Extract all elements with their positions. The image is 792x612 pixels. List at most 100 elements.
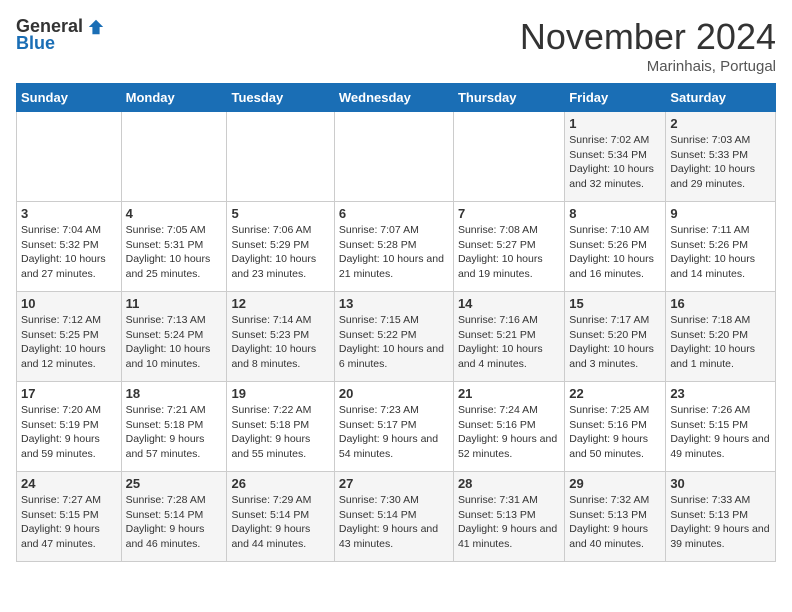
day-info: Sunrise: 7:17 AM Sunset: 5:20 PM Dayligh… [569,313,661,372]
day-number: 23 [670,386,771,401]
calendar-cell-w1d2: 5 Sunrise: 7:06 AM Sunset: 5:29 PM Daylig… [227,202,334,292]
calendar-cell-w4d1: 25 Sunrise: 7:28 AM Sunset: 5:14 PM Dayli… [121,472,227,562]
day-number: 7 [458,206,560,221]
day-info: Sunrise: 7:03 AM Sunset: 5:33 PM Dayligh… [670,133,771,192]
day-info: Sunrise: 7:16 AM Sunset: 5:21 PM Dayligh… [458,313,560,372]
day-info: Sunrise: 7:23 AM Sunset: 5:17 PM Dayligh… [339,403,449,462]
day-number: 15 [569,296,661,311]
calendar-cell-w4d4: 28 Sunrise: 7:31 AM Sunset: 5:13 PM Dayli… [453,472,564,562]
day-number: 5 [231,206,329,221]
calendar-cell-w0d4 [453,112,564,202]
calendar-cell-w3d4: 21Sunrise: 7:24 AM Sunset: 5:16 PM Dayli… [453,382,564,472]
day-number: 18 [126,386,223,401]
calendar-cell-w0d3 [334,112,453,202]
day-number: 27 [339,476,449,491]
day-info: Sunrise: 7:04 AM Sunset: 5:32 PM Dayligh… [21,223,117,282]
calendar-cell-w3d6: 23 Sunrise: 7:26 AM Sunset: 5:15 PM Dayli… [666,382,776,472]
calendar-cell-w4d5: 29 Sunrise: 7:32 AM Sunset: 5:13 PM Dayli… [565,472,666,562]
day-info: Sunrise: 7:06 AM Sunset: 5:29 PM Dayligh… [231,223,329,282]
day-number: 14 [458,296,560,311]
calendar-cell-w2d6: 16 Sunrise: 7:18 AM Sunset: 5:20 PM Dayli… [666,292,776,382]
col-header-friday: Friday [565,84,666,112]
day-info: Sunrise: 7:31 AM Sunset: 5:13 PM Dayligh… [458,493,560,552]
calendar-table: SundayMondayTuesdayWednesdayThursdayFrid… [16,83,776,562]
day-number: 1 [569,116,661,131]
calendar-cell-w0d6: 2 Sunrise: 7:03 AM Sunset: 5:33 PM Daylig… [666,112,776,202]
day-number: 12 [231,296,329,311]
col-header-saturday: Saturday [666,84,776,112]
calendar-cell-w0d0 [17,112,122,202]
day-number: 17 [21,386,117,401]
day-number: 6 [339,206,449,221]
day-info: Sunrise: 7:05 AM Sunset: 5:31 PM Dayligh… [126,223,223,282]
day-number: 4 [126,206,223,221]
calendar-cell-w4d3: 27 Sunrise: 7:30 AM Sunset: 5:14 PM Dayli… [334,472,453,562]
calendar-cell-w4d0: 24 Sunrise: 7:27 AM Sunset: 5:15 PM Dayli… [17,472,122,562]
col-header-tuesday: Tuesday [227,84,334,112]
calendar-cell-w1d3: 6 Sunrise: 7:07 AM Sunset: 5:28 PM Daylig… [334,202,453,292]
calendar-cell-w2d4: 14 Sunrise: 7:16 AM Sunset: 5:21 PM Dayli… [453,292,564,382]
day-info: Sunrise: 7:13 AM Sunset: 5:24 PM Dayligh… [126,313,223,372]
day-info: Sunrise: 7:18 AM Sunset: 5:20 PM Dayligh… [670,313,771,372]
day-number: 25 [126,476,223,491]
page-header: General Blue November 2024 Marinhais, Po… [16,16,776,75]
day-info: Sunrise: 7:26 AM Sunset: 5:15 PM Dayligh… [670,403,771,462]
day-number: 11 [126,296,223,311]
calendar-cell-w1d1: 4 Sunrise: 7:05 AM Sunset: 5:31 PM Daylig… [121,202,227,292]
logo-blue: Blue [16,33,55,54]
day-number: 10 [21,296,117,311]
calendar-cell-w0d5: 1 Sunrise: 7:02 AM Sunset: 5:34 PM Daylig… [565,112,666,202]
day-info: Sunrise: 7:25 AM Sunset: 5:16 PM Dayligh… [569,403,661,462]
day-info: Sunrise: 7:10 AM Sunset: 5:26 PM Dayligh… [569,223,661,282]
day-number: 29 [569,476,661,491]
calendar-cell-w3d1: 18Sunrise: 7:21 AM Sunset: 5:18 PM Dayli… [121,382,227,472]
calendar-cell-w1d6: 9 Sunrise: 7:11 AM Sunset: 5:26 PM Daylig… [666,202,776,292]
day-number: 19 [231,386,329,401]
calendar-cell-w3d0: 17 Sunrise: 7:20 AM Sunset: 5:19 PM Dayli… [17,382,122,472]
day-number: 26 [231,476,329,491]
col-header-sunday: Sunday [17,84,122,112]
calendar-cell-w2d3: 13 Sunrise: 7:15 AM Sunset: 5:22 PM Dayli… [334,292,453,382]
logo: General Blue [16,16,105,54]
calendar-cell-w1d0: 3Sunrise: 7:04 AM Sunset: 5:32 PM Daylig… [17,202,122,292]
calendar-cell-w1d5: 8 Sunrise: 7:10 AM Sunset: 5:26 PM Daylig… [565,202,666,292]
calendar-cell-w0d2 [227,112,334,202]
day-info: Sunrise: 7:12 AM Sunset: 5:25 PM Dayligh… [21,313,117,372]
day-info: Sunrise: 7:11 AM Sunset: 5:26 PM Dayligh… [670,223,771,282]
day-number: 8 [569,206,661,221]
day-number: 21 [458,386,560,401]
col-header-thursday: Thursday [453,84,564,112]
day-info: Sunrise: 7:22 AM Sunset: 5:18 PM Dayligh… [231,403,329,462]
day-info: Sunrise: 7:30 AM Sunset: 5:14 PM Dayligh… [339,493,449,552]
day-number: 20 [339,386,449,401]
day-number: 2 [670,116,771,131]
day-info: Sunrise: 7:07 AM Sunset: 5:28 PM Dayligh… [339,223,449,282]
calendar-cell-w2d0: 10 Sunrise: 7:12 AM Sunset: 5:25 PM Dayli… [17,292,122,382]
calendar-cell-w3d5: 22 Sunrise: 7:25 AM Sunset: 5:16 PM Dayli… [565,382,666,472]
day-number: 22 [569,386,661,401]
calendar-cell-w3d3: 20 Sunrise: 7:23 AM Sunset: 5:17 PM Dayli… [334,382,453,472]
col-header-wednesday: Wednesday [334,84,453,112]
day-info: Sunrise: 7:32 AM Sunset: 5:13 PM Dayligh… [569,493,661,552]
day-info: Sunrise: 7:29 AM Sunset: 5:14 PM Dayligh… [231,493,329,552]
calendar-cell-w2d2: 12Sunrise: 7:14 AM Sunset: 5:23 PM Dayli… [227,292,334,382]
day-number: 9 [670,206,771,221]
day-info: Sunrise: 7:20 AM Sunset: 5:19 PM Dayligh… [21,403,117,462]
day-info: Sunrise: 7:28 AM Sunset: 5:14 PM Dayligh… [126,493,223,552]
day-number: 24 [21,476,117,491]
day-info: Sunrise: 7:02 AM Sunset: 5:34 PM Dayligh… [569,133,661,192]
col-header-monday: Monday [121,84,227,112]
day-info: Sunrise: 7:27 AM Sunset: 5:15 PM Dayligh… [21,493,117,552]
day-info: Sunrise: 7:08 AM Sunset: 5:27 PM Dayligh… [458,223,560,282]
day-number: 28 [458,476,560,491]
day-number: 16 [670,296,771,311]
day-number: 13 [339,296,449,311]
logo-icon [87,18,105,36]
calendar-cell-w3d2: 19 Sunrise: 7:22 AM Sunset: 5:18 PM Dayli… [227,382,334,472]
day-info: Sunrise: 7:15 AM Sunset: 5:22 PM Dayligh… [339,313,449,372]
day-number: 30 [670,476,771,491]
calendar-cell-w1d4: 7 Sunrise: 7:08 AM Sunset: 5:27 PM Daylig… [453,202,564,292]
calendar-cell-w4d6: 30Sunrise: 7:33 AM Sunset: 5:13 PM Dayli… [666,472,776,562]
calendar-cell-w2d1: 11 Sunrise: 7:13 AM Sunset: 5:24 PM Dayli… [121,292,227,382]
month-title: November 2024 [520,16,776,58]
